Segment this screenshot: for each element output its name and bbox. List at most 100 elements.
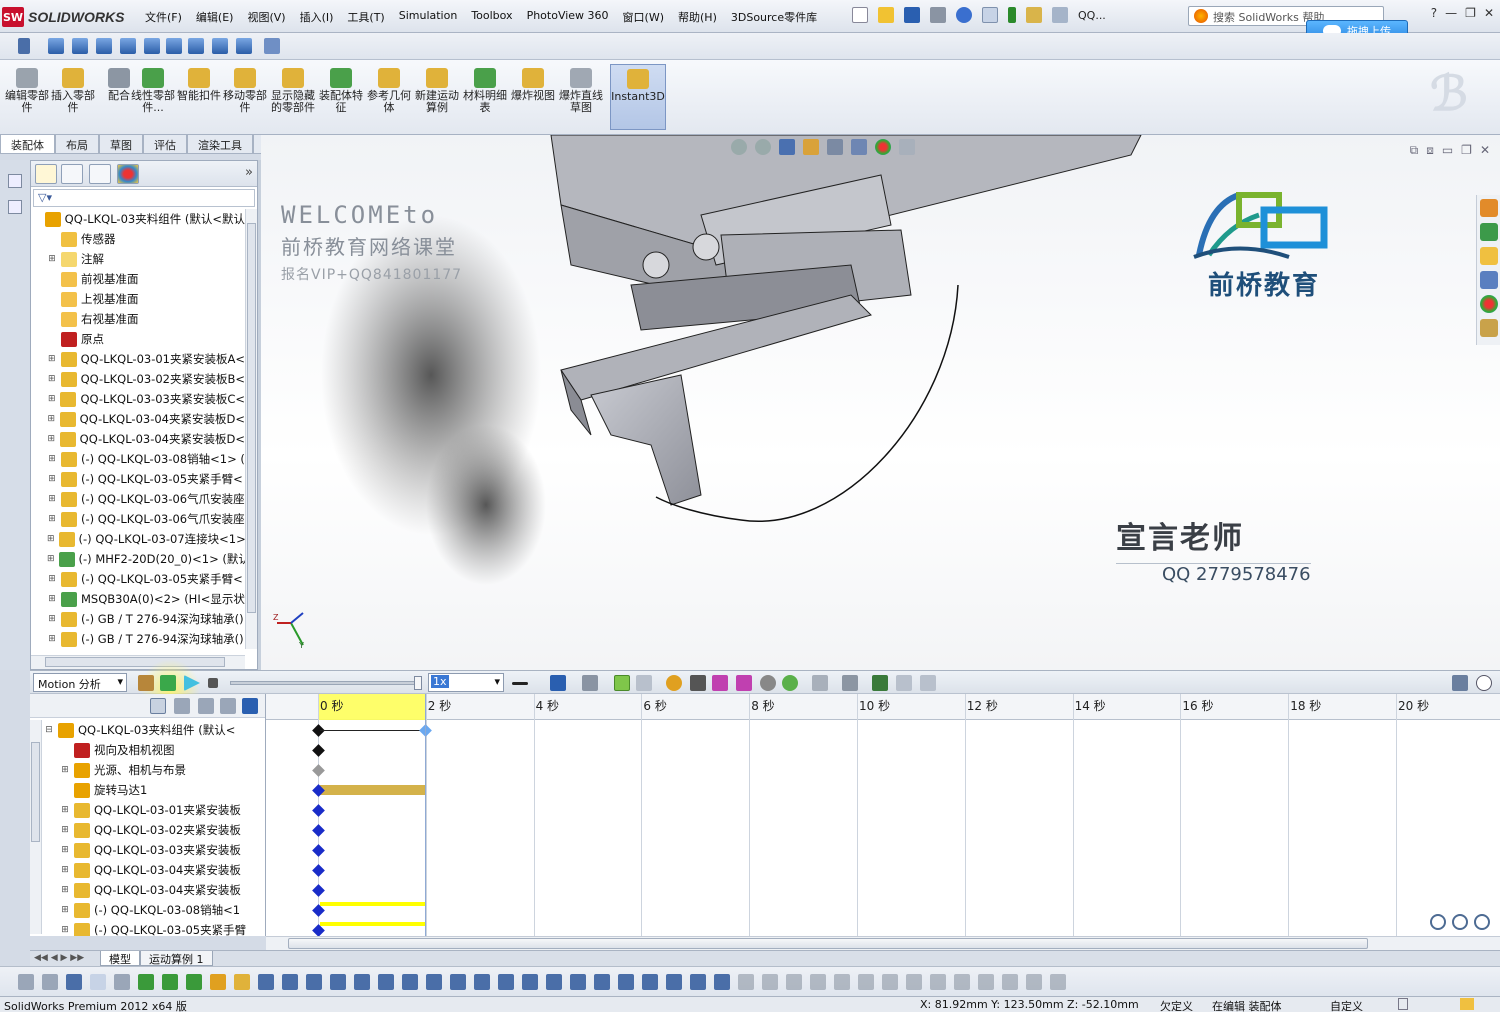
property-manager-tab-icon[interactable] <box>61 164 83 184</box>
command-button[interactable]: 移动零部件 <box>222 68 268 114</box>
command-button[interactable]: 参考几何体 <box>366 68 412 114</box>
spring-icon[interactable] <box>690 675 706 691</box>
feature-tree-tab-icon[interactable] <box>35 164 57 184</box>
toolbar-tool-icon[interactable] <box>450 974 466 990</box>
view-front-icon[interactable] <box>48 38 64 54</box>
tree-expander-icon[interactable]: ⊞ <box>47 514 57 524</box>
timeline-bar[interactable] <box>320 922 425 926</box>
play-from-start-icon[interactable] <box>160 675 176 691</box>
status-units[interactable]: 自定义 <box>1330 998 1363 1012</box>
tree-item[interactable]: 原点 <box>31 329 245 349</box>
collapse-motion-icon[interactable] <box>1476 675 1492 691</box>
toolbar-tool-icon[interactable] <box>258 974 274 990</box>
save-animation-icon[interactable] <box>550 675 566 691</box>
menu-item[interactable]: Simulation <box>392 9 465 25</box>
toolbar-tool-icon[interactable] <box>834 974 850 990</box>
paste-icon[interactable] <box>920 675 936 691</box>
animation-wizard-icon[interactable] <box>582 675 598 691</box>
copy-icon[interactable] <box>896 675 912 691</box>
tree-expander-icon[interactable]: ⊞ <box>47 534 55 544</box>
restore-icon[interactable]: ❐ <box>1465 6 1476 20</box>
command-tab[interactable]: 布局 <box>55 135 99 154</box>
edit-appearance-icon[interactable] <box>875 139 891 155</box>
stop-icon[interactable] <box>208 678 218 688</box>
command-button[interactable]: 显示隐藏的零部件 <box>270 68 316 114</box>
command-button[interactable]: 装配体特征 <box>318 68 364 114</box>
tree-expander-icon[interactable]: ⊞ <box>47 474 57 484</box>
command-button[interactable]: 智能扣件 <box>176 68 222 102</box>
timeline-hscroll-thumb[interactable] <box>288 938 1368 949</box>
menu-item[interactable]: 窗口(W) <box>616 9 671 25</box>
appearances-icon[interactable] <box>1479 295 1498 313</box>
contact-icon[interactable] <box>760 675 776 691</box>
status-quick-tips-icon[interactable] <box>1398 998 1408 1010</box>
keyframe-marker[interactable] <box>312 864 325 877</box>
viewport-close-icon[interactable]: ✕ <box>1480 143 1490 158</box>
view-palette-icon[interactable] <box>1479 271 1498 289</box>
command-button[interactable]: 编辑零部件 <box>4 68 50 114</box>
view-dimetric-icon[interactable] <box>236 38 252 54</box>
command-button[interactable]: 爆炸视图 <box>510 68 556 102</box>
view-bottom-icon[interactable] <box>166 38 182 54</box>
command-tab[interactable]: 评估 <box>143 135 187 154</box>
tree-expander-icon[interactable]: ⊞ <box>47 554 55 564</box>
tree-item[interactable]: ⊞ (-) QQ-LKQL-03-05夹紧手臂< <box>31 569 245 589</box>
apply-scene-icon[interactable] <box>899 139 915 155</box>
timeline-ruler[interactable]: 0 秒 2 秒 4 秒 6 秒 8 秒 10 秒 12 秒 14 秒 16 秒 18 秒 20 秒 <box>266 694 1500 720</box>
pin-icon[interactable] <box>8 174 22 188</box>
motion-tree-item[interactable]: 视向及相机视图 <box>42 740 265 760</box>
tree-item[interactable]: ⊞ QQ-LKQL-03-03夹紧安装板C< <box>31 389 245 409</box>
menu-item[interactable]: 工具(T) <box>340 9 391 25</box>
damper-icon[interactable] <box>712 675 728 691</box>
toolbar-tool-icon[interactable] <box>330 974 346 990</box>
toolbar-tool-icon[interactable] <box>930 974 946 990</box>
toolbar-tool-icon[interactable] <box>90 974 106 990</box>
hide-show-icon[interactable] <box>851 139 867 155</box>
timeline-bar[interactable] <box>320 902 425 906</box>
toolbar-tool-icon[interactable] <box>498 974 514 990</box>
command-tab[interactable]: 渲染工具 <box>187 135 253 154</box>
tree-item[interactable]: ⊞ (-) QQ-LKQL-03-08销轴<1> ( <box>31 449 245 469</box>
tab-navigation-icon[interactable]: ◀◀ ◀ ▶ ▶▶ <box>34 953 84 963</box>
zoom-area-icon[interactable] <box>755 139 771 155</box>
tree-expander-icon[interactable]: ⊞ <box>60 865 70 875</box>
expand-panel-icon[interactable]: » <box>245 165 253 180</box>
tree-item[interactable]: ⊞ QQ-LKQL-03-04夹紧安装板D< <box>31 409 245 429</box>
feature-tree-vscroll[interactable] <box>245 209 257 649</box>
playback-slider-thumb[interactable] <box>414 676 422 690</box>
toolbar-tool-icon[interactable] <box>906 974 922 990</box>
tree-expander-icon[interactable]: ⊞ <box>47 494 57 504</box>
playback-mode-icon[interactable] <box>512 682 528 685</box>
toolbar-tool-icon[interactable] <box>18 974 34 990</box>
autokey-icon[interactable] <box>614 675 630 691</box>
toolbar-tool-icon[interactable] <box>1002 974 1018 990</box>
toolbar-tool-icon[interactable] <box>570 974 586 990</box>
toolbar-tool-icon[interactable] <box>954 974 970 990</box>
motion-tree-item[interactable]: ⊞ (-) QQ-LKQL-03-05夹紧手臂 <box>42 920 265 936</box>
motion-tree-vscroll[interactable] <box>30 720 42 934</box>
tree-expander-icon[interactable]: ⊞ <box>60 925 70 935</box>
toolbar-tool-icon[interactable] <box>66 974 82 990</box>
custom-properties-icon[interactable] <box>1479 319 1498 337</box>
tree-expander-icon[interactable]: ⊞ <box>60 885 70 895</box>
feature-tree-hscroll-thumb[interactable] <box>45 657 225 667</box>
keyframe-marker[interactable] <box>312 824 325 837</box>
command-button[interactable]: 新建运动算例 <box>414 68 460 114</box>
section-view-icon[interactable] <box>779 139 795 155</box>
toolbar-tool-icon[interactable] <box>186 974 202 990</box>
feature-tree-hscroll[interactable] <box>31 655 245 669</box>
graphics-area[interactable]: ⧉ ⧈ ▭ ❐ ✕ WELCOMEto 前桥教育网络课堂 报名VIP+QQ841… <box>261 135 1500 670</box>
toolbar-tool-icon[interactable] <box>1026 974 1042 990</box>
collapse-icon[interactable] <box>872 675 888 691</box>
toolbar-tool-icon[interactable] <box>42 974 58 990</box>
filter-animated-icon[interactable] <box>150 698 166 714</box>
motion-tree-item[interactable]: ⊟ QQ-LKQL-03夹料组件 (默认< <box>42 720 265 740</box>
tree-item[interactable]: ⊞ 注解 <box>31 249 245 269</box>
playback-speed-select[interactable]: 1x ▾ <box>428 673 504 692</box>
keyframe-marker[interactable] <box>312 744 325 757</box>
options-icon[interactable] <box>1052 7 1068 23</box>
toolbar-tool-icon[interactable] <box>594 974 610 990</box>
qq-label[interactable]: QQ... <box>1078 7 1106 23</box>
tree-expander-icon[interactable]: ⊞ <box>47 614 57 624</box>
view-orientation-icon[interactable] <box>803 139 819 155</box>
